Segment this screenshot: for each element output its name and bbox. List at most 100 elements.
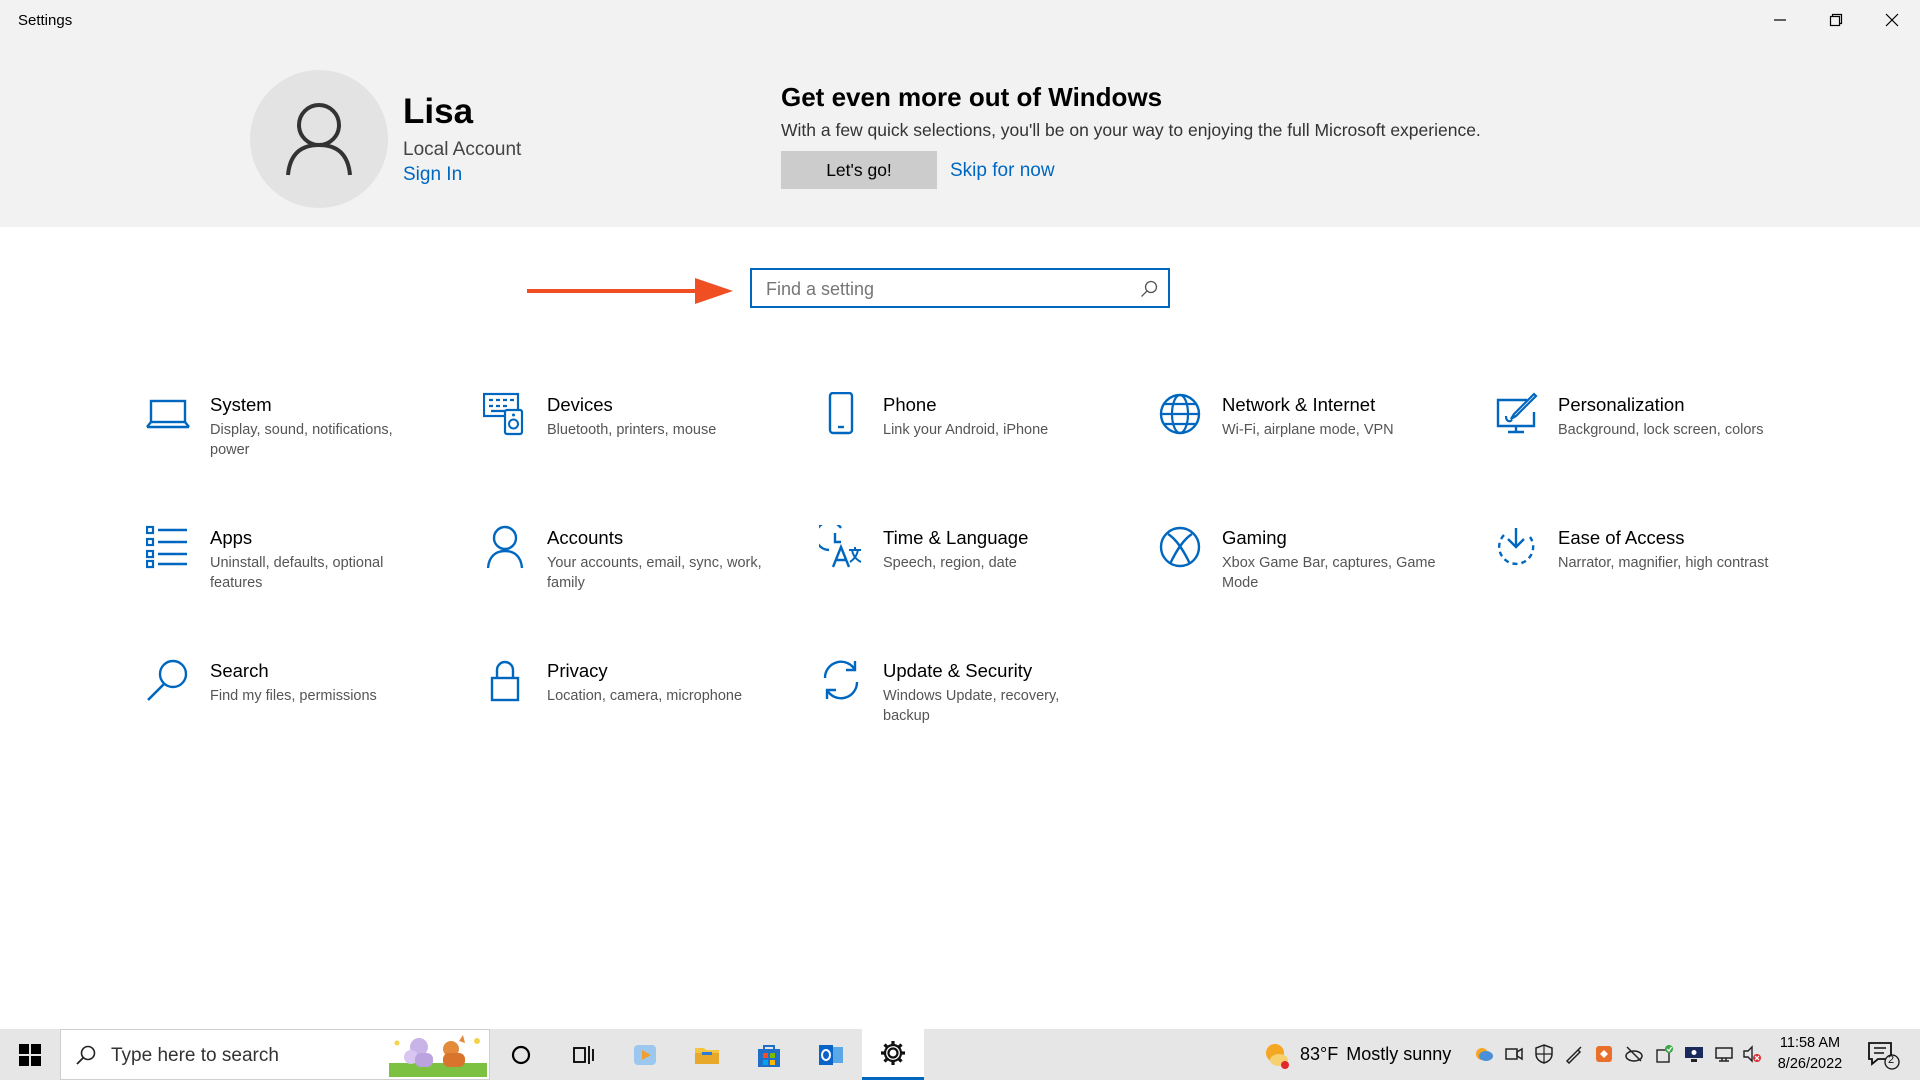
promo-subtitle: With a few quick selections, you'll be o… [781, 120, 1481, 140]
category-desc: Display, sound, notifications, power [210, 422, 393, 458]
close-icon [1885, 13, 1899, 27]
skip-for-now-link[interactable]: Skip for now [950, 160, 1055, 182]
category-network-internet[interactable]: Network & Internet Wi-Fi, airplane mode,… [1158, 392, 1448, 482]
account-name: Lisa [403, 92, 474, 131]
category-name: Ease of Access [1558, 527, 1685, 548]
network-ethernet-icon[interactable] [1714, 1044, 1734, 1064]
category-phone[interactable]: Phone Link your Android, iPhone [819, 391, 1109, 482]
system-clock[interactable]: 11:58 AM 8/26/2022 [1762, 1033, 1858, 1075]
taskbar-microsoft-store[interactable] [738, 1029, 800, 1080]
taskbar-video-app[interactable] [614, 1029, 676, 1080]
action-center-button[interactable]: 2 [1866, 1039, 1902, 1071]
category-desc: Narrator, magnifier, high contrast [1558, 555, 1769, 571]
category-desc: Find my files, permissions [210, 688, 377, 704]
category-devices[interactable]: Devices Bluetooth, printers, mouse [482, 392, 773, 482]
category-desc: Wi-Fi, airplane mode, VPN [1222, 422, 1394, 438]
taskbar-outlook[interactable] [800, 1029, 862, 1080]
restore-button[interactable] [1808, 0, 1864, 40]
category-privacy[interactable]: Privacy Location, camera, microphone [483, 658, 773, 748]
find-setting-search-box[interactable] [750, 268, 1170, 308]
pen-workspace-icon[interactable] [1564, 1044, 1584, 1064]
category-name: System [210, 394, 272, 415]
avatar[interactable] [250, 70, 388, 208]
category-desc: Windows Update, recovery, backup [883, 688, 1060, 724]
meet-now-icon[interactable] [1504, 1044, 1524, 1064]
category-name: Accounts [547, 527, 624, 548]
category-ease-of-access[interactable]: Ease of Access Narrator, magnifier, high… [1494, 525, 1784, 615]
taskbar: Type here to search 83°F Mostly sunny 11… [0, 1029, 1920, 1080]
lock-icon [483, 658, 527, 702]
search-highlight-illustration-icon [389, 1035, 487, 1077]
store-bag-icon [758, 1044, 780, 1067]
category-name: Time & Language [883, 527, 1029, 548]
category-name: Phone [883, 394, 937, 415]
laptop-icon [146, 392, 190, 436]
category-search[interactable]: Search Find my files, permissions [146, 658, 436, 748]
ease-of-access-icon [1494, 525, 1538, 569]
minimize-icon [1774, 19, 1786, 21]
weather-widget[interactable]: 83°F Mostly sunny [1262, 1029, 1451, 1080]
category-update-security[interactable]: Update & Security Windows Update, recove… [819, 658, 1109, 748]
volume-muted-icon[interactable] [1742, 1044, 1762, 1064]
cortana-button[interactable] [490, 1029, 552, 1080]
notification-icon [1868, 1042, 1900, 1070]
clock-time: 11:58 AM [1779, 1035, 1841, 1051]
sign-in-link[interactable]: Sign In [403, 164, 462, 186]
category-apps[interactable]: Apps Uninstall, defaults, optional featu… [145, 525, 436, 615]
task-view-icon [573, 1045, 594, 1064]
taskbar-search-placeholder: Type here to search [111, 1045, 279, 1066]
taskbar-file-explorer[interactable] [676, 1029, 738, 1080]
video-player-icon [634, 1044, 656, 1065]
close-button[interactable] [1864, 0, 1920, 40]
category-desc: Uninstall, defaults, optional features [210, 555, 384, 591]
category-name: Personalization [1558, 394, 1685, 415]
gear-icon [881, 1041, 905, 1065]
restore-icon [1829, 13, 1843, 27]
sync-check-icon[interactable] [1654, 1044, 1674, 1064]
account-header: Lisa Local Account Sign In Get even more… [0, 40, 1920, 227]
security-shield-icon[interactable] [1534, 1044, 1554, 1064]
category-system[interactable]: System Display, sound, notifications, po… [146, 392, 436, 482]
search-icon [146, 658, 190, 702]
category-name: Devices [547, 394, 613, 415]
windows-logo-icon [19, 1043, 41, 1066]
category-name: Gaming [1222, 527, 1287, 548]
onedrive-offline-icon[interactable] [1624, 1044, 1644, 1064]
find-setting-input[interactable] [766, 276, 1126, 302]
category-accounts[interactable]: Accounts Your accounts, email, sync, wor… [483, 525, 773, 615]
devices-icon [482, 392, 527, 436]
person-icon [286, 103, 352, 176]
category-personalization[interactable]: Personalization Background, lock screen,… [1494, 392, 1784, 482]
outlook-icon [819, 1044, 843, 1065]
minimize-button[interactable] [1752, 0, 1808, 40]
category-desc: Link your Android, iPhone [883, 422, 1049, 438]
display-monitor-icon[interactable] [1684, 1044, 1704, 1064]
onedrive-icon[interactable] [1474, 1044, 1494, 1064]
lets-go-button[interactable]: Let's go! [781, 151, 937, 189]
taskbar-search-box[interactable]: Type here to search [60, 1029, 490, 1080]
title-bar: Settings [0, 0, 1920, 40]
paintbrush-icon [1494, 392, 1538, 436]
app-tray-orange-icon[interactable] [1594, 1044, 1614, 1064]
category-desc: Location, camera, microphone [547, 688, 743, 704]
category-time-language[interactable]: Time & Language Speech, region, date [814, 520, 1109, 615]
weather-temperature: 83°F [1300, 1044, 1339, 1064]
taskbar-settings[interactable] [862, 1029, 924, 1080]
task-view-button[interactable] [552, 1029, 614, 1080]
phone-icon [819, 391, 863, 436]
promo-title: Get even more out of Windows [781, 82, 1163, 112]
category-gaming[interactable]: Gaming Xbox Game Bar, captures, Game Mod… [1158, 525, 1448, 615]
category-desc: Xbox Game Bar, captures, Game Mode [1222, 555, 1436, 591]
category-desc: Speech, region, date [883, 555, 1017, 571]
category-name: Network & Internet [1222, 394, 1376, 415]
time-language-icon [814, 520, 863, 569]
person-icon [483, 525, 527, 569]
folder-icon [695, 1047, 719, 1064]
notification-count-badge: 2 [1888, 1054, 1895, 1066]
apps-list-icon [145, 525, 190, 569]
xbox-icon [1158, 525, 1202, 569]
search-icon[interactable] [1140, 280, 1158, 298]
start-button[interactable] [0, 1029, 60, 1080]
category-name: Apps [210, 527, 253, 548]
globe-icon [1158, 392, 1202, 436]
